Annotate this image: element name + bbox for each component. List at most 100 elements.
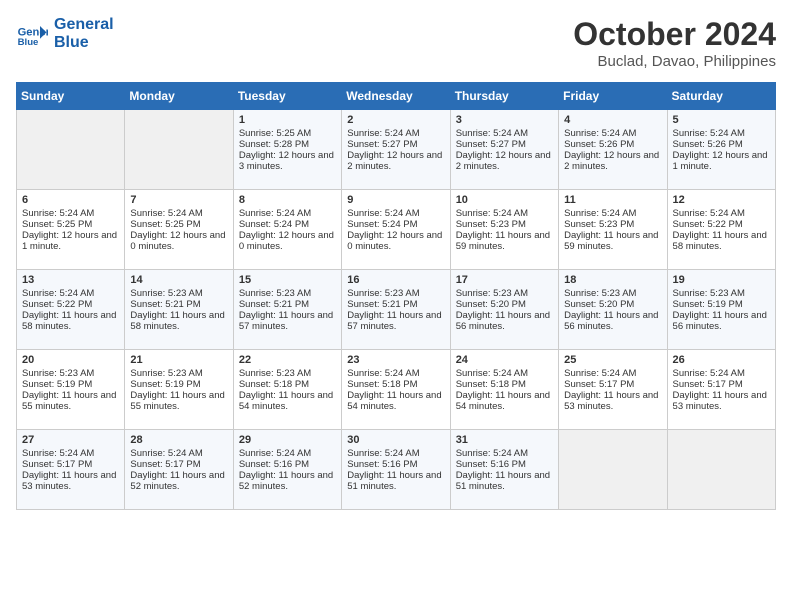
day-of-week-header-row: SundayMondayTuesdayWednesdayThursdayFrid… <box>17 83 776 110</box>
calendar-cell: 27 Sunrise: 5:24 AMSunset: 5:17 PMDayligh… <box>17 430 125 510</box>
day-number: 7 <box>130 194 227 206</box>
cell-info: Sunrise: 5:24 AMSunset: 5:23 PMDaylight:… <box>564 208 658 252</box>
dow-header-thursday: Thursday <box>450 83 558 110</box>
day-number: 14 <box>130 274 227 286</box>
cell-info: Sunrise: 5:23 AMSunset: 5:20 PMDaylight:… <box>564 288 658 332</box>
dow-header-sunday: Sunday <box>17 83 125 110</box>
day-number: 20 <box>22 354 119 366</box>
calendar-cell: 21 Sunrise: 5:23 AMSunset: 5:19 PMDayligh… <box>125 350 233 430</box>
calendar-cell: 29 Sunrise: 5:24 AMSunset: 5:16 PMDayligh… <box>233 430 341 510</box>
day-number: 11 <box>564 194 661 206</box>
cell-info: Sunrise: 5:24 AMSunset: 5:27 PMDaylight:… <box>456 128 551 172</box>
day-number: 27 <box>22 434 119 446</box>
cell-info: Sunrise: 5:24 AMSunset: 5:24 PMDaylight:… <box>347 208 442 252</box>
calendar-cell: 4 Sunrise: 5:24 AMSunset: 5:26 PMDaylight… <box>559 110 667 190</box>
day-number: 12 <box>673 194 770 206</box>
dow-header-saturday: Saturday <box>667 83 775 110</box>
day-number: 13 <box>22 274 119 286</box>
dow-header-wednesday: Wednesday <box>342 83 450 110</box>
calendar-week-2: 6 Sunrise: 5:24 AMSunset: 5:25 PMDaylight… <box>17 190 776 270</box>
calendar-cell: 31 Sunrise: 5:24 AMSunset: 5:16 PMDayligh… <box>450 430 558 510</box>
cell-info: Sunrise: 5:24 AMSunset: 5:27 PMDaylight:… <box>347 128 442 172</box>
calendar-cell: 7 Sunrise: 5:24 AMSunset: 5:25 PMDaylight… <box>125 190 233 270</box>
cell-info: Sunrise: 5:23 AMSunset: 5:18 PMDaylight:… <box>239 368 333 412</box>
cell-info: Sunrise: 5:24 AMSunset: 5:16 PMDaylight:… <box>347 448 441 492</box>
cell-info: Sunrise: 5:24 AMSunset: 5:25 PMDaylight:… <box>130 208 225 252</box>
day-number: 23 <box>347 354 444 366</box>
calendar-cell: 17 Sunrise: 5:23 AMSunset: 5:20 PMDayligh… <box>450 270 558 350</box>
day-number: 5 <box>673 114 770 126</box>
cell-info: Sunrise: 5:24 AMSunset: 5:22 PMDaylight:… <box>673 208 767 252</box>
day-number: 21 <box>130 354 227 366</box>
calendar-week-3: 13 Sunrise: 5:24 AMSunset: 5:22 PMDayligh… <box>17 270 776 350</box>
day-number: 4 <box>564 114 661 126</box>
day-number: 26 <box>673 354 770 366</box>
cell-info: Sunrise: 5:24 AMSunset: 5:26 PMDaylight:… <box>564 128 659 172</box>
calendar-cell: 23 Sunrise: 5:24 AMSunset: 5:18 PMDayligh… <box>342 350 450 430</box>
calendar-body: 1Sunrise: 5:25 AMSunset: 5:28 PMDaylight… <box>17 110 776 510</box>
cell-info: Sunrise: 5:23 AMSunset: 5:21 PMDaylight:… <box>239 288 333 332</box>
cell-info: Sunrise: 5:24 AMSunset: 5:23 PMDaylight:… <box>456 208 550 252</box>
calendar-cell: 30 Sunrise: 5:24 AMSunset: 5:16 PMDayligh… <box>342 430 450 510</box>
svg-text:Blue: Blue <box>18 37 39 48</box>
day-number: 22 <box>239 354 336 366</box>
calendar-cell: 11 Sunrise: 5:24 AMSunset: 5:23 PMDayligh… <box>559 190 667 270</box>
day-number: 29 <box>239 434 336 446</box>
day-number: 3 <box>456 114 553 126</box>
day-number: 30 <box>347 434 444 446</box>
cell-info: Sunrise: 5:23 AMSunset: 5:21 PMDaylight:… <box>347 288 441 332</box>
cell-info: Sunrise: 5:24 AMSunset: 5:17 PMDaylight:… <box>22 448 116 492</box>
calendar-cell: 12 Sunrise: 5:24 AMSunset: 5:22 PMDayligh… <box>667 190 775 270</box>
cell-info: Sunrise: 5:24 AMSunset: 5:16 PMDaylight:… <box>239 448 333 492</box>
day-number: 15 <box>239 274 336 286</box>
calendar-cell: 15 Sunrise: 5:23 AMSunset: 5:21 PMDayligh… <box>233 270 341 350</box>
day-number: 16 <box>347 274 444 286</box>
cell-info: Sunrise: 5:24 AMSunset: 5:17 PMDaylight:… <box>130 448 224 492</box>
cell-info: Sunrise: 5:23 AMSunset: 5:20 PMDaylight:… <box>456 288 550 332</box>
calendar-cell <box>667 430 775 510</box>
location-subtitle: Buclad, Davao, Philippines <box>573 53 776 70</box>
dow-header-friday: Friday <box>559 83 667 110</box>
day-number: 6 <box>22 194 119 206</box>
logo-line1: General <box>54 16 114 34</box>
day-number: 2 <box>347 114 444 126</box>
logo: General Blue General Blue <box>16 16 114 51</box>
day-number: 24 <box>456 354 553 366</box>
cell-info: Sunrise: 5:24 AMSunset: 5:24 PMDaylight:… <box>239 208 334 252</box>
cell-info: Sunrise: 5:23 AMSunset: 5:19 PMDaylight:… <box>22 368 116 412</box>
calendar-cell: 25Sunrise: 5:24 AMSunset: 5:17 PMDayligh… <box>559 350 667 430</box>
cell-info: Sunrise: 5:23 AMSunset: 5:19 PMDaylight:… <box>130 368 224 412</box>
calendar-cell: 6Sunrise: 5:24 AMSunset: 5:25 PMDaylight… <box>17 190 125 270</box>
day-number: 19 <box>673 274 770 286</box>
calendar-cell: 22 Sunrise: 5:23 AMSunset: 5:18 PMDayligh… <box>233 350 341 430</box>
calendar-table: SundayMondayTuesdayWednesdayThursdayFrid… <box>16 82 776 510</box>
calendar-cell <box>17 110 125 190</box>
cell-info: Sunrise: 5:24 AMSunset: 5:16 PMDaylight:… <box>456 448 550 492</box>
dow-header-tuesday: Tuesday <box>233 83 341 110</box>
calendar-cell <box>559 430 667 510</box>
day-number: 9 <box>347 194 444 206</box>
cell-info: Sunrise: 5:24 AMSunset: 5:18 PMDaylight:… <box>456 368 550 412</box>
page-header: General Blue General Blue October 2024 B… <box>16 16 776 70</box>
day-number: 28 <box>130 434 227 446</box>
calendar-week-1: 1Sunrise: 5:25 AMSunset: 5:28 PMDaylight… <box>17 110 776 190</box>
calendar-week-4: 20 Sunrise: 5:23 AMSunset: 5:19 PMDayligh… <box>17 350 776 430</box>
day-number: 17 <box>456 274 553 286</box>
calendar-cell: 26Sunrise: 5:24 AMSunset: 5:17 PMDayligh… <box>667 350 775 430</box>
calendar-cell: 19Sunrise: 5:23 AMSunset: 5:19 PMDayligh… <box>667 270 775 350</box>
calendar-cell: 2 Sunrise: 5:24 AMSunset: 5:27 PMDaylight… <box>342 110 450 190</box>
cell-info: Sunrise: 5:24 AMSunset: 5:18 PMDaylight:… <box>347 368 441 412</box>
calendar-cell <box>125 110 233 190</box>
cell-info: Sunrise: 5:24 AMSunset: 5:26 PMDaylight:… <box>673 128 768 172</box>
day-number: 18 <box>564 274 661 286</box>
calendar-cell: 24 Sunrise: 5:24 AMSunset: 5:18 PMDayligh… <box>450 350 558 430</box>
calendar-cell: 5 Sunrise: 5:24 AMSunset: 5:26 PMDaylight… <box>667 110 775 190</box>
calendar-week-5: 27 Sunrise: 5:24 AMSunset: 5:17 PMDayligh… <box>17 430 776 510</box>
logo-icon: General Blue <box>16 18 48 50</box>
calendar-cell: 16 Sunrise: 5:23 AMSunset: 5:21 PMDayligh… <box>342 270 450 350</box>
calendar-cell: 13 Sunrise: 5:24 AMSunset: 5:22 PMDayligh… <box>17 270 125 350</box>
calendar-cell: 14Sunrise: 5:23 AMSunset: 5:21 PMDayligh… <box>125 270 233 350</box>
calendar-cell: 18 Sunrise: 5:23 AMSunset: 5:20 PMDayligh… <box>559 270 667 350</box>
day-number: 31 <box>456 434 553 446</box>
cell-info: Sunrise: 5:24 AMSunset: 5:22 PMDaylight:… <box>22 288 116 332</box>
